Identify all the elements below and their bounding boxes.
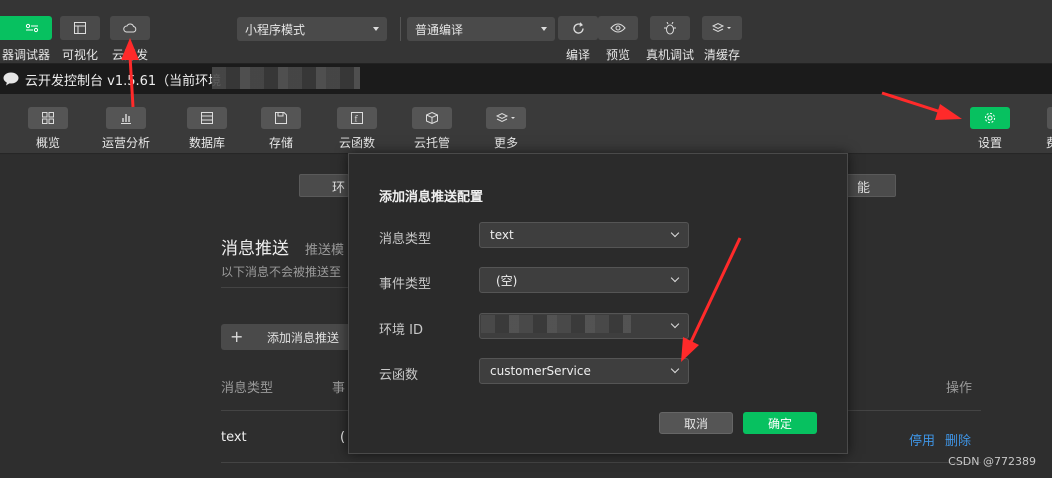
arrow-to-settings [881, 91, 962, 120]
arrow-to-function-select [681, 237, 742, 362]
annotation-arrows [121, 38, 962, 362]
watermark: CSDN @772389 [948, 455, 1036, 468]
arrow-to-cloud-dev [121, 38, 139, 108]
